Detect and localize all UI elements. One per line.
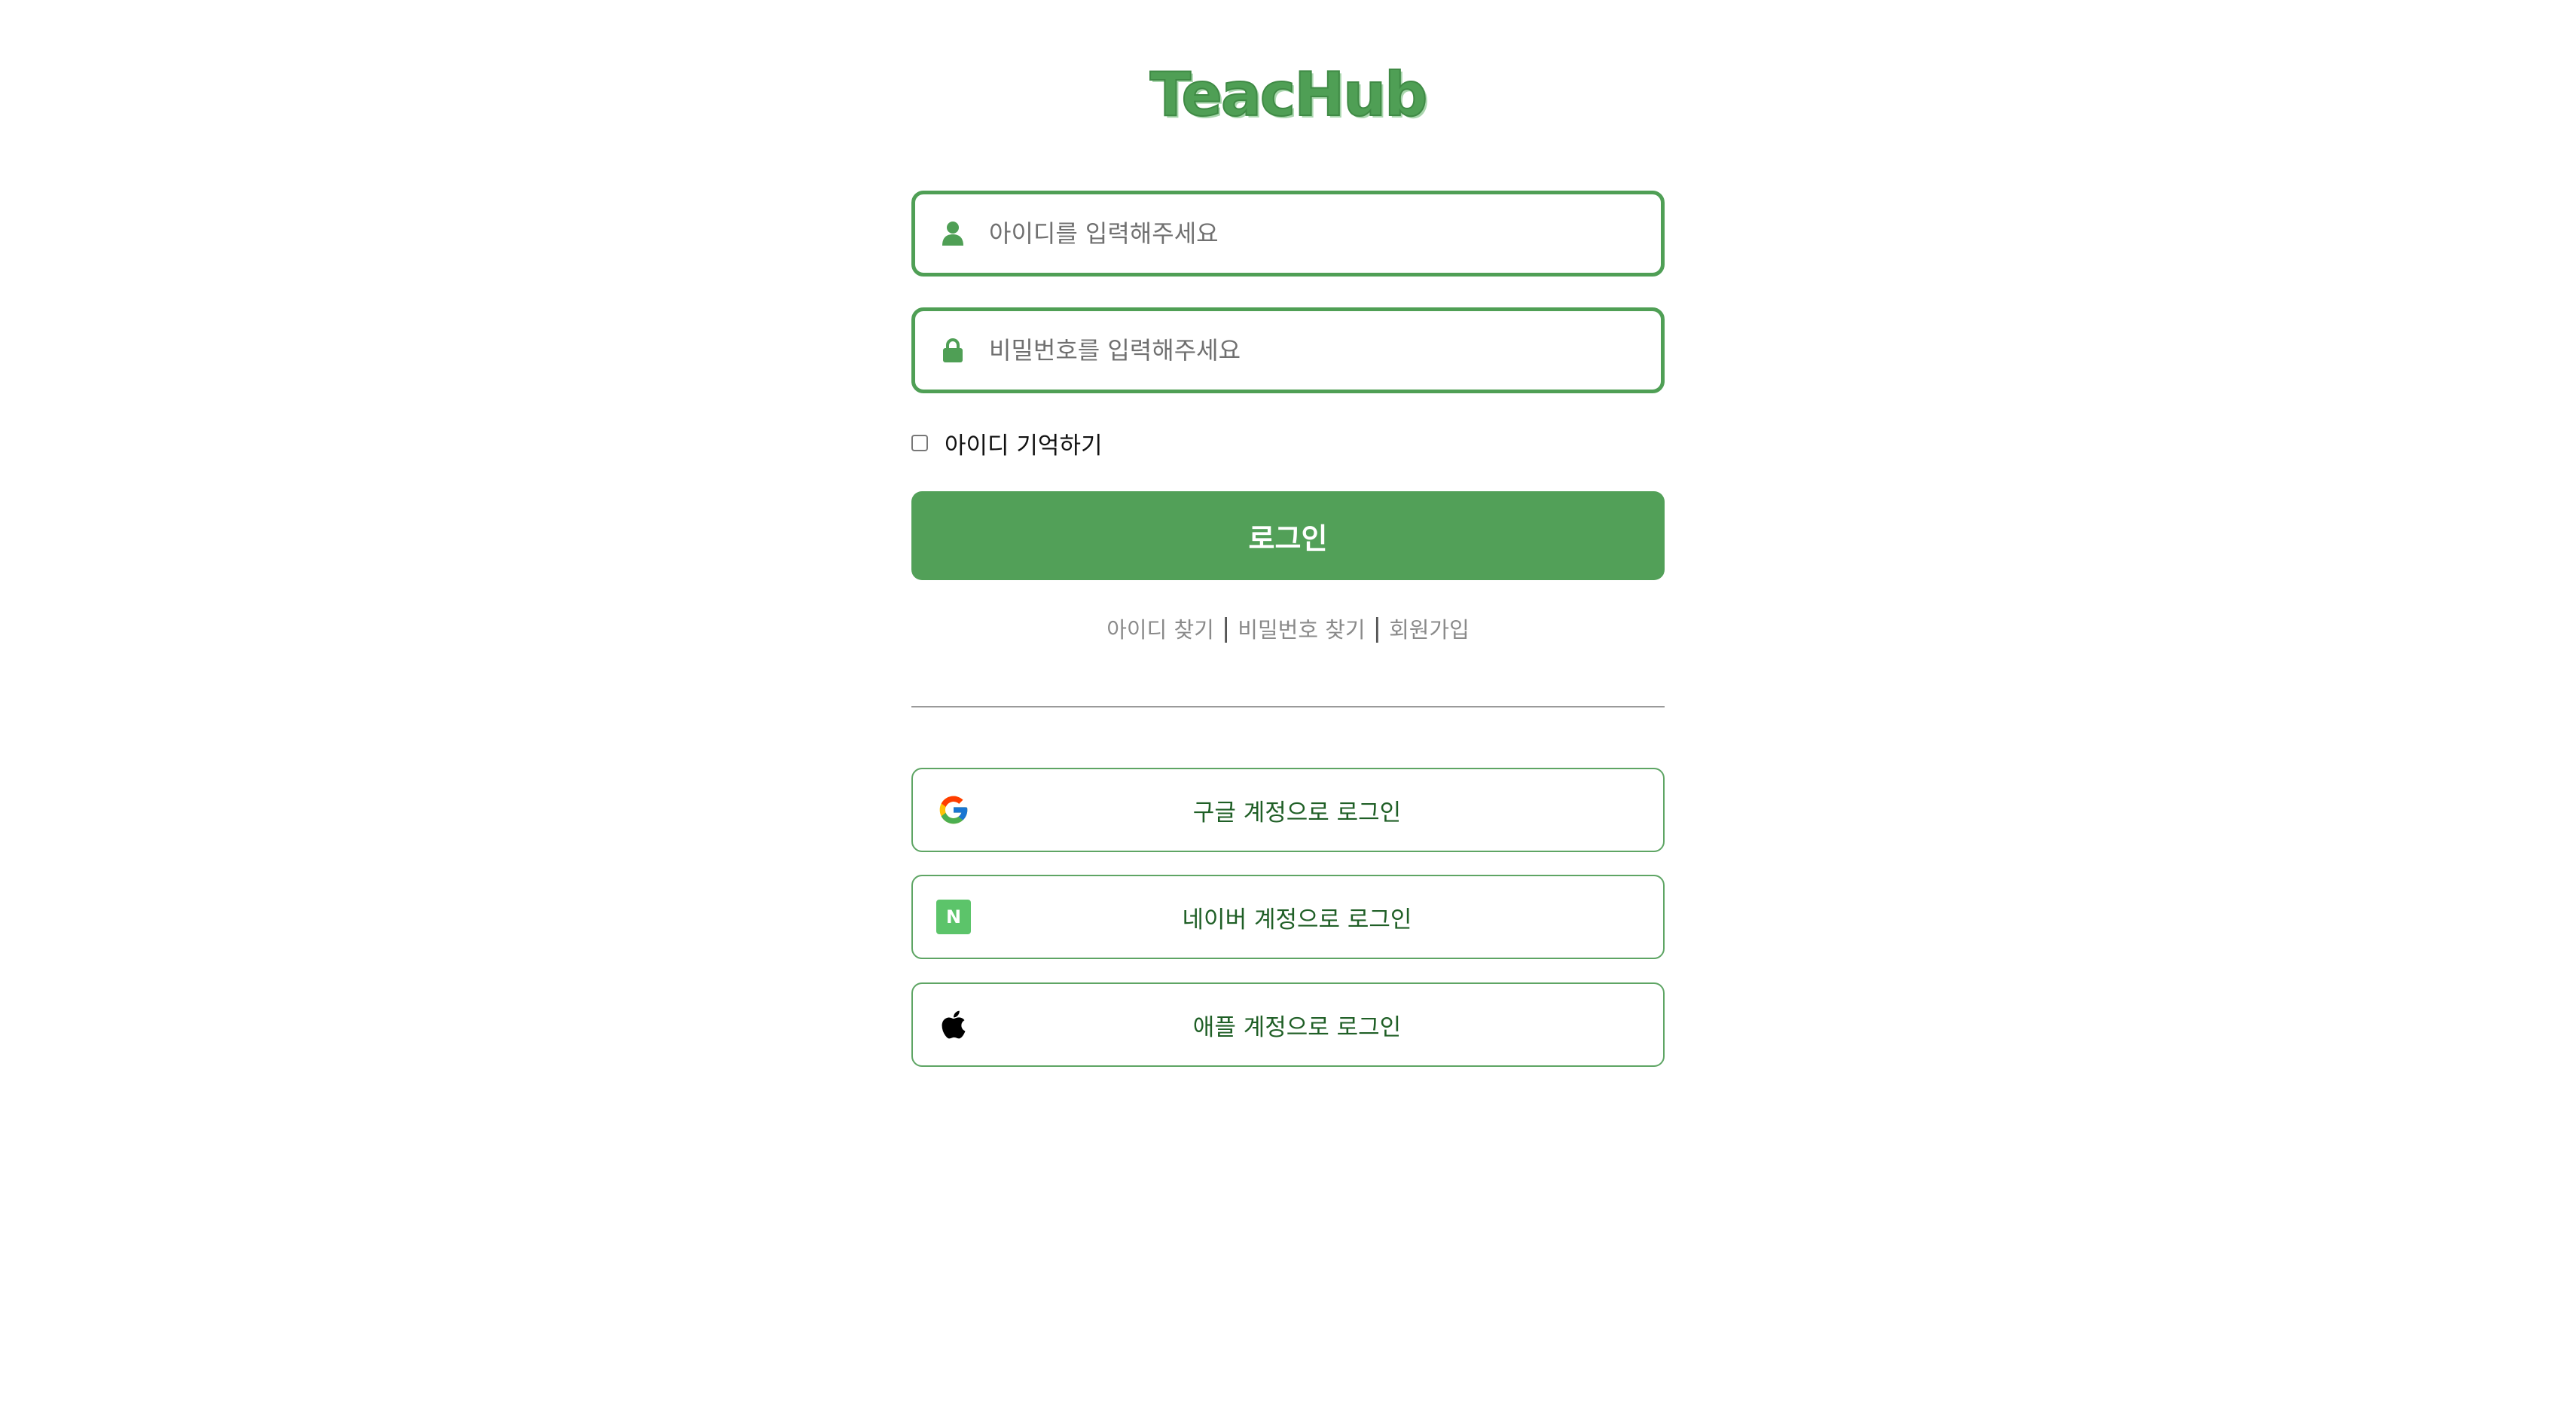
logo-text: TeacHub <box>1149 59 1429 130</box>
password-field[interactable] <box>911 307 1665 393</box>
link-separator: | <box>1372 613 1382 643</box>
login-page: TeacHub 아이디 기억하기 로그인 아이디 찾기 | 비밀번호 찾기 | … <box>0 0 2576 1427</box>
remember-id-row[interactable]: 아이디 기억하기 <box>911 428 1103 460</box>
find-password-link[interactable]: 비밀번호 찾기 <box>1238 613 1365 644</box>
naver-login-label: 네이버 계정으로 로그인 <box>1182 906 1412 934</box>
password-input[interactable] <box>987 335 1638 365</box>
remember-id-checkbox[interactable] <box>911 435 928 451</box>
google-login-button[interactable]: 구글 계정으로 로그인 <box>911 768 1665 852</box>
naver-icon-letter: N <box>936 900 971 934</box>
teachub-logo: TeacHub <box>1149 59 1429 130</box>
find-id-link[interactable]: 아이디 찾기 <box>1106 613 1214 644</box>
login-button[interactable]: 로그인 <box>911 491 1665 580</box>
link-separator: | <box>1221 613 1231 643</box>
google-login-label: 구글 계정으로 로그인 <box>1192 799 1402 827</box>
signup-link[interactable]: 회원가입 <box>1389 613 1470 644</box>
apple-icon <box>935 1007 972 1043</box>
google-icon <box>935 792 972 828</box>
remember-id-label: 아이디 기억하기 <box>945 432 1103 460</box>
user-icon <box>938 218 968 249</box>
id-field[interactable] <box>911 191 1665 277</box>
id-input[interactable] <box>987 218 1638 249</box>
naver-login-button[interactable]: N 네이버 계정으로 로그인 <box>911 875 1665 959</box>
naver-icon: N <box>935 899 972 935</box>
account-links: 아이디 찾기 | 비밀번호 찾기 | 회원가입 <box>911 612 1665 645</box>
apple-login-label: 애플 계정으로 로그인 <box>1192 1013 1402 1041</box>
lock-icon <box>938 335 968 365</box>
divider <box>911 706 1665 707</box>
apple-login-button[interactable]: 애플 계정으로 로그인 <box>911 982 1665 1067</box>
